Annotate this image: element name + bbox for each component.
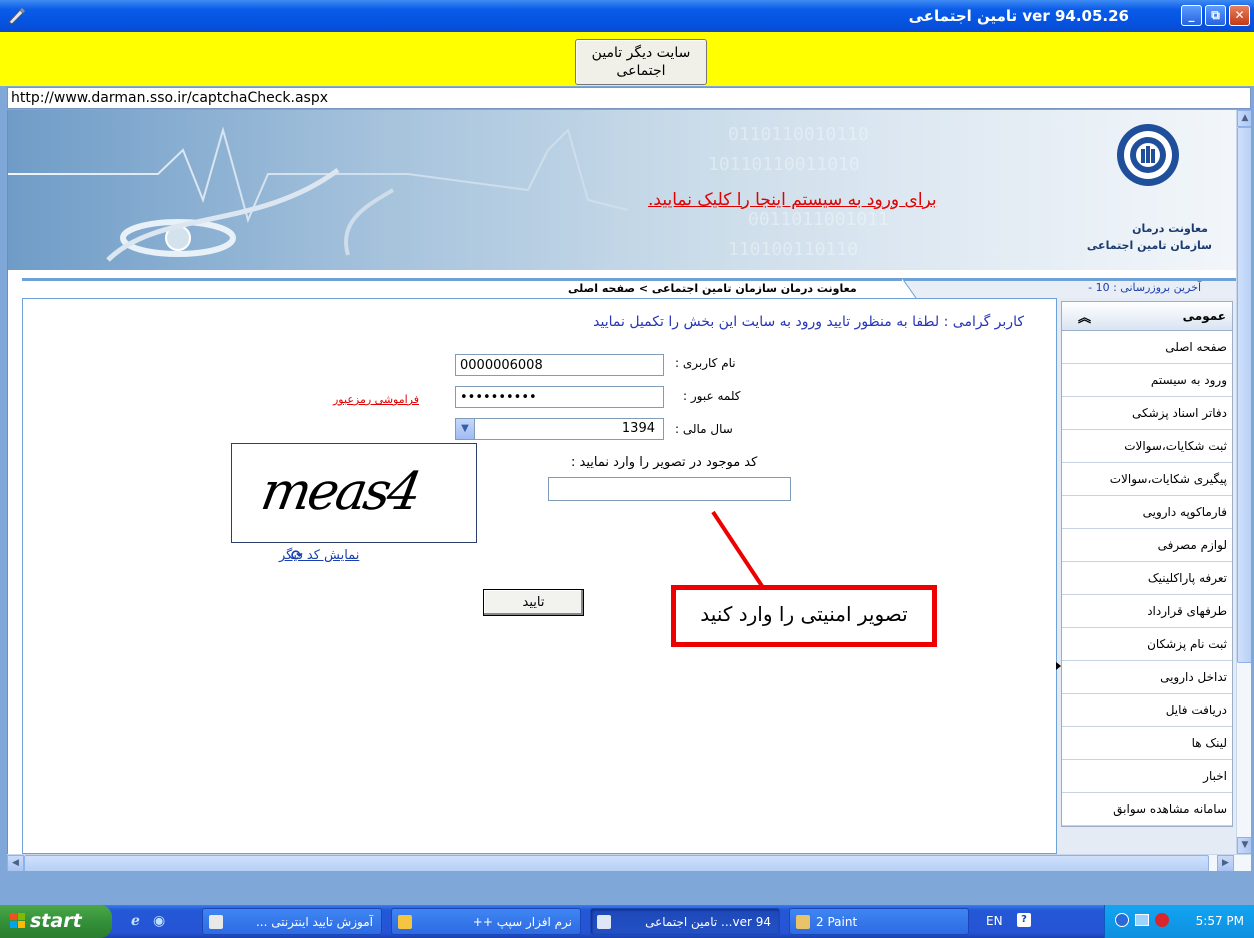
task-tutorial[interactable]: آموزش تایید اینترنتی ... bbox=[202, 908, 382, 935]
vertical-scroll-thumb[interactable] bbox=[1237, 127, 1251, 663]
screen: ver 94.05.26 تامین اجتماعی _ ⧉ ✕ سایت دی… bbox=[0, 0, 1254, 938]
sso-logo-icon bbox=[1117, 124, 1179, 186]
sidebar-item-login[interactable]: ورود به سیستم bbox=[1062, 364, 1232, 397]
breadcrumb-bar: معاونت درمان سازمان تامین اجتماعی > صفحه… bbox=[8, 270, 1236, 298]
address-bar[interactable]: http://www.darman.sso.ir/captchaCheck.as… bbox=[7, 87, 1251, 109]
person-icon bbox=[398, 915, 412, 929]
sidebar-item-contract-parties[interactable]: طرفهای قرارداد bbox=[1062, 595, 1232, 628]
sidebar-item-consumables[interactable]: لوازم مصرفی bbox=[1062, 529, 1232, 562]
system-tray: 5:57 PM bbox=[1104, 905, 1254, 938]
restore-button[interactable]: ⧉ bbox=[1205, 5, 1226, 26]
svg-text:0110110010110: 0110110010110 bbox=[728, 124, 869, 145]
close-button[interactable]: ✕ bbox=[1229, 5, 1250, 26]
language-indicator[interactable]: EN bbox=[986, 914, 1003, 928]
menu-header[interactable]: عمومی ︽ bbox=[1062, 302, 1232, 331]
collapse-chevron-icon[interactable]: ︽ bbox=[1078, 307, 1091, 326]
horizontal-scroll-thumb[interactable] bbox=[24, 855, 1209, 872]
start-label: start bbox=[30, 910, 82, 932]
logo-caption-2: سازمان تامین اجتماعی bbox=[1086, 239, 1212, 252]
sidebar-item-doctor-registration[interactable]: ثبت نام پزشکان bbox=[1062, 628, 1232, 661]
breadcrumb: معاونت درمان سازمان تامین اجتماعی > صفحه… bbox=[568, 282, 857, 295]
tray-arrow-icon[interactable] bbox=[1115, 913, 1129, 927]
task-label: 2 Paint bbox=[816, 915, 858, 929]
network-icon[interactable] bbox=[1135, 914, 1149, 926]
login-form-area: کاربر گرامی : لطفا به منظور تایید ورود ب… bbox=[22, 298, 1056, 854]
top-toolbar: سایت دیگر تامین اجتماعی bbox=[0, 32, 1254, 86]
task-label: ver 94... تامین اجتماعی bbox=[645, 915, 771, 929]
svg-text:0011011001011: 0011011001011 bbox=[748, 209, 889, 230]
scroll-up-icon[interactable]: ▲ bbox=[1237, 110, 1251, 127]
sidebar-item-download-file[interactable]: دریافت فایل bbox=[1062, 694, 1232, 727]
login-link[interactable]: برای ورود به سیستم اینجا را کلیک نمایید. bbox=[648, 190, 937, 210]
minimize-button[interactable]: _ bbox=[1181, 5, 1202, 26]
clock: 5:57 PM bbox=[1195, 914, 1244, 928]
other-site-button[interactable]: سایت دیگر تامین اجتماعی bbox=[575, 39, 707, 85]
sidebar-item-home[interactable]: صفحه اصلی bbox=[1062, 331, 1232, 364]
task-sepp[interactable]: نرم افزار سپپ ++ bbox=[391, 908, 581, 935]
sidebar-item-drug-interaction[interactable]: تداخل دارویی bbox=[1062, 661, 1232, 694]
sidebar-item-news[interactable]: اخبار bbox=[1062, 760, 1232, 793]
svg-text:110100110110: 110100110110 bbox=[728, 239, 858, 260]
sidebar-item-track-complaint[interactable]: پیگیری شکایات،سوالات bbox=[1062, 463, 1232, 496]
scroll-left-icon[interactable]: ◀ bbox=[7, 855, 24, 872]
task-label: نرم افزار سپپ ++ bbox=[472, 915, 572, 929]
banner-background-art: 0110110010110 10110110011010 00110110010… bbox=[8, 124, 889, 262]
web-content: 0110110010110 10110110011010 00110110010… bbox=[7, 110, 1251, 854]
vertical-scrollbar[interactable]: ▲ ▼ bbox=[1236, 110, 1251, 854]
browser-icon[interactable]: ◉ bbox=[153, 913, 165, 929]
sidebar-item-pharmacopoeia[interactable]: فارماکوپه دارویی bbox=[1062, 496, 1232, 529]
title-bar[interactable]: ver 94.05.26 تامین اجتماعی _ ⧉ ✕ bbox=[0, 0, 1254, 32]
task-tamin[interactable]: ver 94... تامین اجتماعی bbox=[590, 908, 780, 935]
scroll-down-icon[interactable]: ▼ bbox=[1237, 837, 1251, 854]
window-title: ver 94.05.26 تامین اجتماعی bbox=[908, 7, 1129, 25]
start-button[interactable]: start bbox=[0, 905, 112, 938]
taskbar: start ℯ ◉ آموزش تایید اینترنتی ... نرم ا… bbox=[0, 905, 1254, 938]
security-icon[interactable] bbox=[1155, 913, 1169, 927]
windows-logo-icon bbox=[10, 913, 25, 928]
sidebar-item-links[interactable]: لینک ها bbox=[1062, 727, 1232, 760]
task-paint[interactable]: 2 Paint bbox=[789, 908, 969, 935]
menu-title: عمومی bbox=[1182, 309, 1226, 323]
annotation-box: تصویر امنیتی را وارد کنید bbox=[671, 585, 937, 647]
app-icon-small bbox=[597, 915, 611, 929]
logo-caption-1: معاونت درمان bbox=[1132, 222, 1208, 235]
sidebar-item-records-system[interactable]: سامانه مشاهده سوابق bbox=[1062, 793, 1232, 826]
sidebar-item-medical-offices[interactable]: دفاتر اسناد پزشکی bbox=[1062, 397, 1232, 430]
document-icon bbox=[209, 915, 223, 929]
ie-icon[interactable]: ℯ bbox=[131, 913, 140, 929]
last-update-text: آخرین بروزرسانی : 10 - bbox=[1088, 281, 1201, 294]
sidebar-menu: عمومی ︽ صفحه اصلی ورود به سیستم دفاتر اس… bbox=[1061, 301, 1233, 827]
paint-icon bbox=[796, 915, 810, 929]
svg-text:10110110011010: 10110110011010 bbox=[708, 154, 860, 175]
horizontal-scrollbar[interactable]: ◀ ▶ bbox=[7, 854, 1251, 872]
sidebar-item-paraclinic-tariff[interactable]: تعرفه پاراکلینیک bbox=[1062, 562, 1232, 595]
header-banner: 0110110010110 10110110011010 00110110010… bbox=[8, 110, 1236, 270]
app-icon bbox=[8, 8, 25, 25]
sidebar: عمومی ︽ صفحه اصلی ورود به سیستم دفاتر اس… bbox=[1056, 298, 1236, 854]
status-area bbox=[0, 871, 1254, 905]
scroll-right-icon[interactable]: ▶ bbox=[1217, 855, 1234, 872]
task-label: آموزش تایید اینترنتی ... bbox=[255, 915, 373, 929]
sidebar-item-submit-complaint[interactable]: ثبت شکایات،سوالات bbox=[1062, 430, 1232, 463]
help-icon[interactable]: ? bbox=[1017, 913, 1031, 927]
annotation-arrow bbox=[711, 510, 770, 597]
